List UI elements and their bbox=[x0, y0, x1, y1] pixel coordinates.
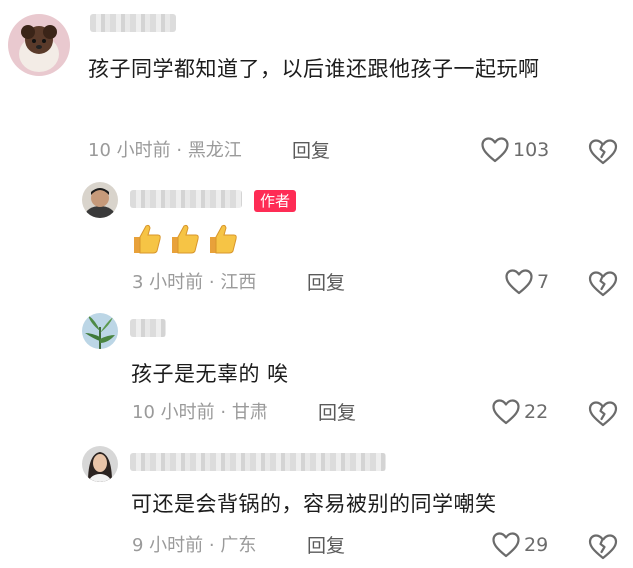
comment-item: 作者 3 小时前 · 江西 回复 7 bbox=[0, 175, 633, 305]
woman-avatar-icon[interactable] bbox=[82, 446, 118, 482]
username-blurred[interactable] bbox=[90, 14, 176, 32]
username-blurred[interactable] bbox=[130, 319, 166, 337]
thumbs-up-icon bbox=[172, 224, 199, 254]
like-button[interactable]: 103 bbox=[481, 137, 549, 163]
man-avatar-icon[interactable] bbox=[82, 182, 118, 218]
comment-time: 3 小时前 bbox=[132, 272, 204, 293]
comment-meta: 10 小时前 · 甘肃 bbox=[132, 402, 268, 423]
reply-button[interactable]: 回复 bbox=[318, 401, 356, 425]
like-button[interactable]: 29 bbox=[492, 532, 548, 558]
broken-heart-icon[interactable] bbox=[588, 270, 618, 298]
heart-icon bbox=[492, 532, 520, 558]
heart-icon bbox=[481, 137, 509, 163]
like-button[interactable]: 7 bbox=[505, 269, 549, 295]
comment-meta: 3 小时前 · 江西 bbox=[132, 272, 257, 293]
author-badge: 作者 bbox=[254, 190, 297, 212]
broken-heart-icon[interactable] bbox=[588, 533, 618, 561]
like-count: 22 bbox=[524, 401, 549, 423]
heart-icon bbox=[505, 269, 533, 295]
comment-meta: 9 小时前 · 广东 bbox=[132, 535, 257, 556]
reply-button[interactable]: 回复 bbox=[307, 534, 345, 558]
username-blurred[interactable] bbox=[130, 453, 386, 471]
comment-meta: 10 小时前 · 黑龙江 bbox=[88, 140, 242, 161]
reply-button[interactable]: 回复 bbox=[307, 271, 345, 295]
comment-item: 可还是会背锅的，容易被别的同学嘲笑 9 小时前 · 广东 回复 29 bbox=[0, 435, 633, 568]
thumbs-up-icon bbox=[134, 224, 161, 254]
plant-avatar-icon[interactable] bbox=[82, 313, 118, 349]
comment-location: 广东 bbox=[220, 535, 257, 556]
like-count: 103 bbox=[513, 139, 550, 161]
comment-emoji-text bbox=[130, 222, 240, 256]
like-count: 7 bbox=[537, 271, 550, 293]
puppy-avatar-icon[interactable] bbox=[8, 14, 70, 76]
comment-text: 可还是会背锅的，容易被别的同学嘲笑 bbox=[131, 492, 497, 516]
comment-location: 黑龙江 bbox=[187, 140, 242, 161]
reply-button[interactable]: 回复 bbox=[292, 139, 330, 163]
broken-heart-icon[interactable] bbox=[588, 400, 618, 428]
comment-item: 孩子是无辜的 唉 10 小时前 · 甘肃 回复 22 bbox=[0, 305, 633, 435]
like-button[interactable]: 22 bbox=[492, 399, 548, 425]
comment-item: 孩子同学都知道了，以后谁还跟他孩子一起玩啊 10 小时前 · 黑龙江 回复 10… bbox=[0, 0, 633, 175]
comment-text: 孩子同学都知道了，以后谁还跟他孩子一起玩啊 bbox=[88, 57, 540, 81]
like-count: 29 bbox=[524, 534, 549, 556]
comment-time: 10 小时前 bbox=[88, 140, 171, 161]
comment-location: 江西 bbox=[220, 272, 257, 293]
heart-icon bbox=[492, 399, 520, 425]
broken-heart-icon[interactable] bbox=[588, 138, 618, 166]
comment-location: 甘肃 bbox=[231, 402, 268, 423]
username-blurred[interactable] bbox=[130, 190, 242, 208]
comment-text: 孩子是无辜的 唉 bbox=[131, 362, 289, 386]
thumbs-up-icon bbox=[210, 224, 237, 254]
comment-time: 9 小时前 bbox=[132, 535, 204, 556]
comment-time: 10 小时前 bbox=[132, 402, 215, 423]
